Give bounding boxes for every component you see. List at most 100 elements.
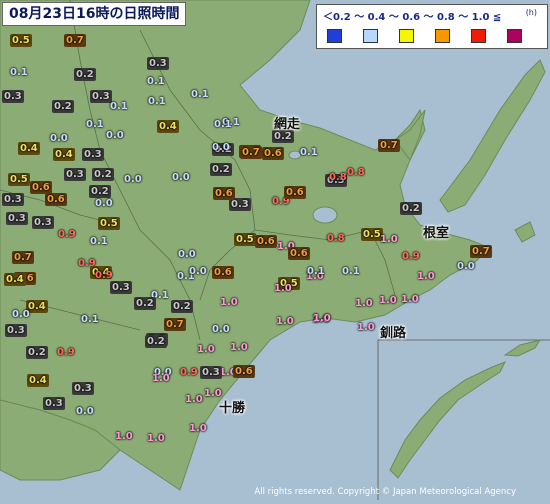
place-tokachi: 十勝 [219,401,246,416]
station-value: 0.3 [64,168,86,181]
station-value: 0.8 [329,172,347,183]
station-value: 0.9 [58,229,76,240]
place-abashiri: 網走 [274,117,301,132]
legend-labels: ＜0.2 〜 0.4 〜 0.6 〜 0.8 〜 1.0 ≦ [323,12,502,23]
station-value: 0.7 [378,139,400,152]
station-value: 0.5 [234,233,256,246]
station-value: 0.0 [95,198,113,209]
station-value: 0.3 [2,90,24,103]
station-value: 1.0 [197,344,215,355]
station-value: 0.6 [45,193,67,206]
station-value: 0.2 [134,297,156,310]
station-value: 0.9 [95,270,113,281]
station-value: 0.2 [92,168,114,181]
station-value: 0.6 [233,365,255,378]
station-value: 1.0 [147,433,165,444]
legend: ＜0.2 〜 0.4 〜 0.6 〜 0.8 〜 1.0 ≦ (h) [316,4,548,49]
station-value: 0.5 [98,217,120,230]
station-value: 0.2 [210,163,232,176]
station-value: 0.0 [457,261,475,272]
station-value: 1.0 [401,294,419,305]
station-value: 0.4 [27,374,49,387]
station-value: 0.1 [214,119,232,130]
station-value: 0.3 [6,212,28,225]
station-value: 1.0 [380,234,398,245]
station-value: 1.0 [417,271,435,282]
station-value: 0.6 [255,235,277,248]
station-value: 1.0 [220,297,238,308]
station-value: 0.3 [110,281,132,294]
station-value: 1.0 [379,295,397,306]
station-value: 0.7 [470,245,492,258]
station-value: 1.0 [274,283,292,294]
station-value: 1.0 [313,313,331,324]
station-value: 0.3 [200,366,222,379]
swatch-0.6-0.8 [435,29,450,43]
station-value: 0.1 [300,147,318,158]
swatch-below-0.2 [327,29,342,43]
station-value: 0.6 [284,186,306,199]
station-value: 0.3 [2,193,24,206]
swatch-0.2-0.4 [363,29,378,43]
station-value: 0.1 [110,101,128,112]
station-value: 0.1 [307,266,325,277]
station-value: 0.5 [8,173,30,186]
swatch-1.0-above [507,29,522,43]
station-value: 0.1 [191,89,209,100]
station-value: 0.6 [213,187,235,200]
station-value: 0.1 [147,76,165,87]
station-value: 1.0 [357,322,375,333]
station-value: 0.9 [180,367,198,378]
station-value: 0.4 [53,148,75,161]
station-value: 0.2 [400,202,422,215]
station-value: 1.0 [115,431,133,442]
swatch-0.4-0.6 [399,29,414,43]
station-value: 0.2 [145,335,167,348]
station-value: 0.0 [124,174,142,185]
map-title: 08月23日16時の日照時間 [2,2,187,26]
station-value: 1.0 [185,394,203,405]
station-value: 0.6 [212,266,234,279]
place-kushiro: 釧路 [380,326,407,341]
station-value: 0.3 [82,148,104,161]
station-value: 1.0 [276,316,294,327]
station-value: 0.0 [172,172,190,183]
station-value: 0.0 [212,324,230,335]
station-value: 1.0 [230,342,248,353]
station-value: 0.1 [148,96,166,107]
station-value: 0.1 [10,67,28,78]
station-value: 0.2 [74,68,96,81]
station-value: 0.6 [262,147,284,160]
station-value: 0.4 [18,142,40,155]
station-value: 0.9 [402,251,420,262]
station-value: 0.0 [106,130,124,141]
station-value: 0.0 [178,249,196,260]
station-value: 0.6 [288,247,310,260]
station-value: 0.2 [52,100,74,113]
swatch-0.8-1.0 [471,29,486,43]
station-value: 0.3 [43,397,65,410]
station-value: 0.4 [157,120,179,133]
station-value: 0.1 [90,236,108,247]
station-value: 0.0 [212,142,230,153]
station-value: 0.3 [5,324,27,337]
station-value: 0.3 [32,216,54,229]
copyright-text: All rights reserved. Copyright © Japan M… [254,487,516,497]
station-value: 0.0 [76,406,94,417]
station-value: 0.1 [81,314,99,325]
station-value: 0.1 [86,119,104,130]
station-value: 0.3 [72,382,94,395]
station-value: 0.2 [171,300,193,313]
station-value: 0.7 [240,146,262,159]
station-value: 1.0 [189,423,207,434]
station-value: 0.7 [12,251,34,264]
lake-kussharo [312,206,338,224]
station-value: 0.8 [327,233,345,244]
station-value: 0.7 [164,318,186,331]
station-value: 1.0 [355,298,373,309]
station-value: 1.0 [152,373,170,384]
legend-unit: (h) [525,8,537,17]
station-value: 0.2 [26,346,48,359]
station-value: 0.9 [57,347,75,358]
station-value: 0.3 [147,57,169,70]
